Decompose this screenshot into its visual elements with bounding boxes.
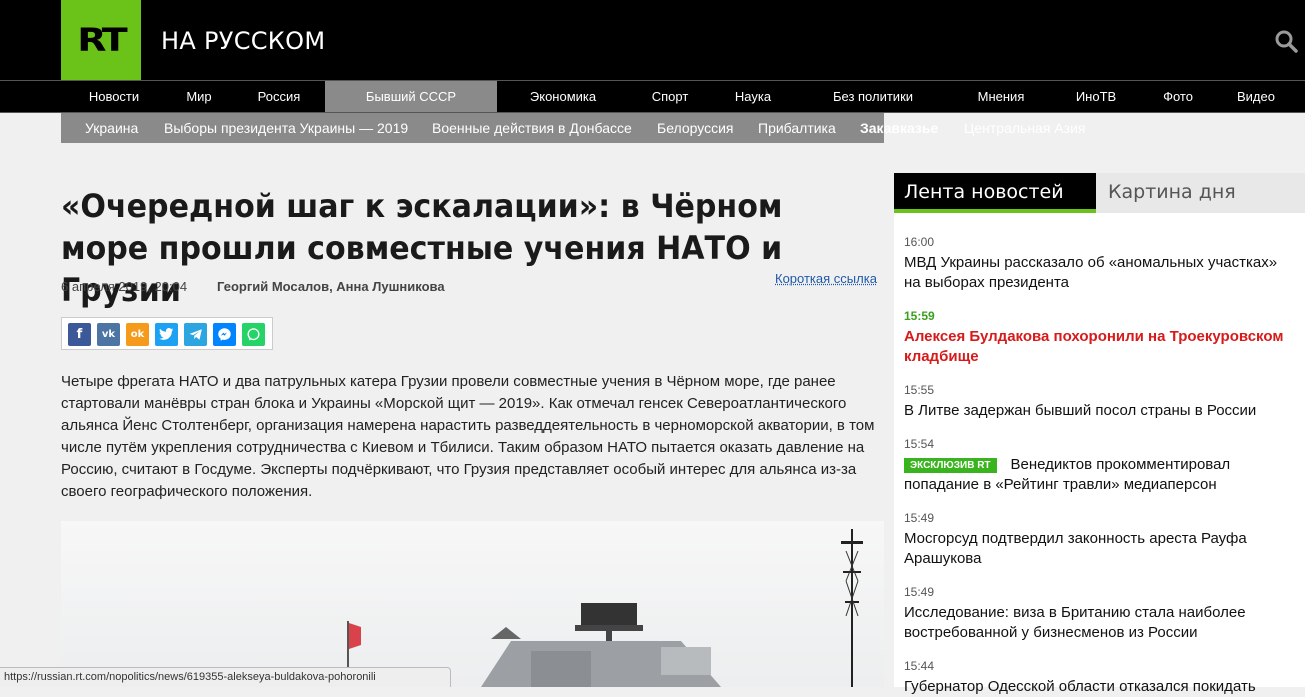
subnav-item-donbass[interactable]: Военные действия в Донбассе <box>432 113 632 143</box>
news-title[interactable]: Алексея Булдакова похоронили на Троекуро… <box>904 327 1294 367</box>
whatsapp-icon[interactable] <box>242 323 265 346</box>
news-title[interactable]: ЭКСКЛЮЗИВ RT Венедиктов прокомментировал … <box>904 455 1294 495</box>
nav-item-former-ussr[interactable]: Бывший СССР <box>325 81 497 112</box>
messenger-icon[interactable] <box>213 323 236 346</box>
news-item[interactable]: 16:00 МВД Украины рассказало об «аномаль… <box>904 235 1294 293</box>
nav-item-photo[interactable]: Фото <box>1155 81 1201 112</box>
telegram-icon[interactable] <box>184 323 207 346</box>
top-header: RT НА РУССКОМ <box>0 0 1305 80</box>
news-title[interactable]: МВД Украины рассказало об «аномальных уч… <box>904 253 1294 293</box>
news-title[interactable]: Мосгорсуд подтвердил законность ареста Р… <box>904 529 1294 569</box>
facebook-icon[interactable]: f <box>68 323 91 346</box>
tab-news-feed-label: Лента новостей <box>904 181 1064 203</box>
news-title[interactable]: Губернатор Одесской области отказался по… <box>904 677 1294 697</box>
vk-icon[interactable]: vk <box>97 323 120 346</box>
news-item[interactable]: 15:49 Мосгорсуд подтвердил законность ар… <box>904 511 1294 569</box>
subnav-item-ukraine-elections[interactable]: Выборы президента Украины — 2019 <box>164 113 408 143</box>
news-time: 15:55 <box>904 383 935 397</box>
share-bar: f vk ok <box>61 317 273 350</box>
nav-item-inotv[interactable]: ИноТВ <box>1066 81 1126 112</box>
news-item[interactable]: 15:59 Алексея Булдакова похоронили на Тр… <box>904 309 1294 367</box>
tab-active-indicator <box>894 209 1096 213</box>
nav-item-no-politics[interactable]: Без политики <box>820 81 926 112</box>
news-item[interactable]: 15:44 Губернатор Одесской области отказа… <box>904 659 1294 697</box>
article-authors[interactable]: Георгий Мосалов, Анна Лушникова <box>217 279 445 294</box>
subnav-item-ukraine[interactable]: Украина <box>85 113 138 143</box>
nav-item-novosti[interactable]: Новости <box>79 81 149 112</box>
news-time: 15:59 <box>904 309 935 323</box>
rt-logo[interactable]: RT <box>61 0 141 80</box>
news-time: 15:49 <box>904 585 935 599</box>
tab-picture-of-day-label: Картина дня <box>1108 181 1236 203</box>
nav-item-opinions[interactable]: Мнения <box>966 81 1036 112</box>
tab-picture-of-day[interactable]: Картина дня <box>1096 173 1305 213</box>
short-link[interactable]: Короткая ссылка <box>775 271 877 286</box>
subnav-item-belarus[interactable]: Белоруссия <box>657 113 734 143</box>
subnav-item-central-asia[interactable]: Центральная Азия <box>964 113 1085 143</box>
exclusive-badge: ЭКСКЛЮЗИВ RT <box>904 458 997 473</box>
status-bar-url: https://russian.rt.com/nopolitics/news/6… <box>0 667 451 687</box>
news-item[interactable]: 15:49 Исследование: виза в Британию стал… <box>904 585 1294 643</box>
news-time: 15:49 <box>904 511 935 525</box>
nav-item-rossiya[interactable]: Россия <box>250 81 308 112</box>
news-feed-sidebar: Лента новостей Картина дня 16:00 МВД Укр… <box>894 173 1305 695</box>
article-photo <box>61 521 884 687</box>
news-title[interactable]: В Литве задержан бывший посол страны в Р… <box>904 401 1294 421</box>
article-date: 6 апреля 2019, 20:04 <box>61 279 188 294</box>
news-time: 15:54 <box>904 437 935 451</box>
tab-news-feed[interactable]: Лента новостей <box>894 173 1096 213</box>
nav-item-economy[interactable]: Экономика <box>515 81 611 112</box>
news-item[interactable]: 15:55 В Литве задержан бывший посол стра… <box>904 383 1294 421</box>
news-time: 15:44 <box>904 659 935 673</box>
main-nav: Новости Мир Россия Бывший СССР Экономика… <box>0 80 1305 113</box>
nav-item-science[interactable]: Наука <box>725 81 781 112</box>
news-item[interactable]: 15:54 ЭКСКЛЮЗИВ RT Венедиктов прокомменти… <box>904 437 1294 495</box>
news-time: 16:00 <box>904 235 935 249</box>
twitter-icon[interactable] <box>155 323 178 346</box>
nav-item-mir[interactable]: Мир <box>175 81 223 112</box>
search-icon[interactable] <box>1274 29 1298 53</box>
article-lead: Четыре фрегата НАТО и два патрульных кат… <box>61 373 875 500</box>
sub-nav: Украина Выборы президента Украины — 2019… <box>61 113 1085 143</box>
subnav-item-caucasus[interactable]: Закавказье <box>860 113 938 143</box>
news-title[interactable]: Исследование: виза в Британию стала наиб… <box>904 603 1294 643</box>
site-title[interactable]: НА РУССКОМ <box>161 27 325 55</box>
subnav-item-baltics[interactable]: Прибалтика <box>758 113 836 143</box>
nav-item-sport[interactable]: Спорт <box>640 81 700 112</box>
logo-text: RT <box>77 21 128 59</box>
nav-item-video[interactable]: Видео <box>1228 81 1284 112</box>
odnoklassniki-icon[interactable]: ok <box>126 323 149 346</box>
